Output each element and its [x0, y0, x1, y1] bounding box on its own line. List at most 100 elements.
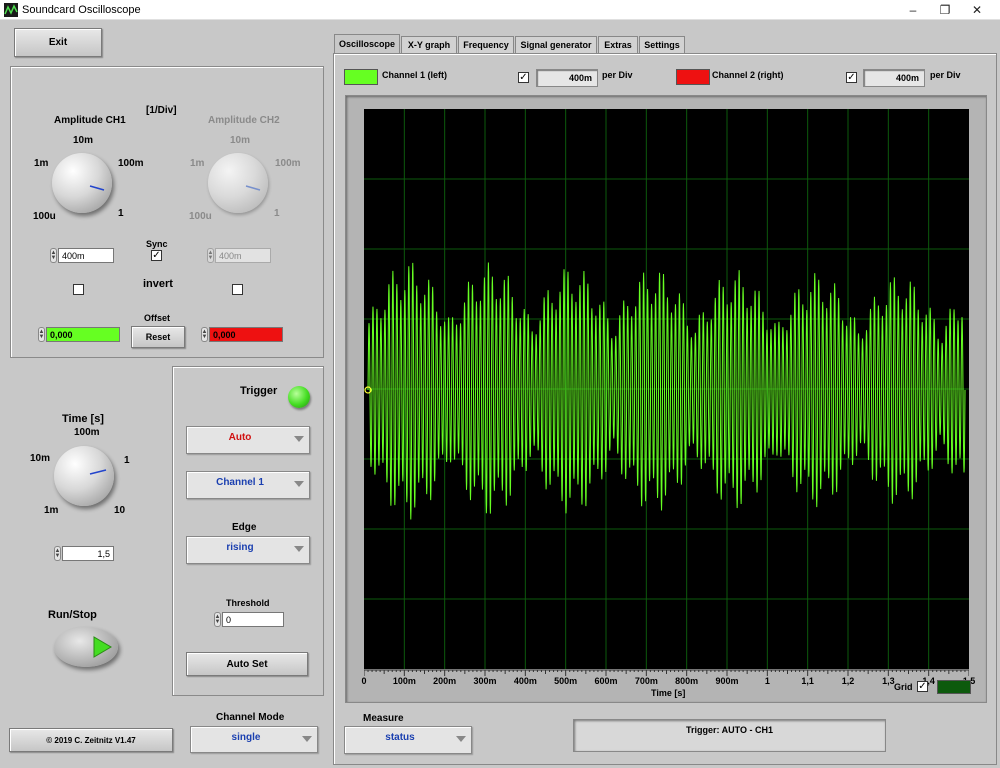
ch2-amplitude-field: 400m	[215, 248, 271, 263]
ch2-tick-1m: 1m	[190, 158, 205, 169]
amplitude-ch2-knob	[208, 153, 268, 213]
auto-set-button[interactable]: Auto Set	[186, 652, 308, 676]
ch1-offset-field[interactable]: 0,000	[46, 327, 120, 342]
amplitude-ch2-title: Amplitude CH2	[208, 115, 280, 126]
ch2-offset-spinner[interactable]: ▲ ▼	[201, 327, 208, 342]
ch2-tick-1: 1	[274, 208, 280, 219]
tab-frequency[interactable]: Frequency	[458, 36, 514, 53]
ch1-invert-checkbox[interactable]	[73, 284, 84, 295]
ch2-offset-field[interactable]: 0,000	[209, 327, 283, 342]
edge-dropdown[interactable]: rising	[186, 536, 310, 564]
trigger-channel-dropdown[interactable]: Channel 1	[186, 471, 310, 499]
x-tick-label: 600m	[594, 676, 618, 686]
ch1-label: Channel 1 (left)	[382, 70, 448, 80]
measure-dropdown[interactable]: status	[344, 726, 472, 754]
ch1-color-fill	[345, 70, 377, 84]
ch1-amplitude-spinner[interactable]: ▲ ▼	[50, 248, 57, 263]
threshold-label: Threshold	[226, 598, 270, 608]
channel-mode-dropdown[interactable]: single	[190, 726, 318, 753]
x-tick-label: 900m	[715, 676, 739, 686]
window-title: Soundcard Oscilloscope	[22, 4, 141, 16]
time-knob[interactable]	[54, 446, 114, 506]
edge-value: rising	[226, 542, 254, 553]
trigger-title: Trigger	[240, 385, 278, 397]
ch1-enable-checkbox[interactable]: ✓	[518, 72, 529, 83]
measure-value: status	[385, 732, 415, 743]
exit-button[interactable]: Exit	[14, 28, 102, 57]
x-tick-label: 500m	[554, 676, 578, 686]
ch2-color-fill	[677, 70, 709, 84]
x-tick-label: 200m	[433, 676, 457, 686]
invert-label: invert	[143, 278, 173, 290]
time-tick-10: 10	[114, 505, 126, 516]
channel-mode-label: Channel Mode	[216, 712, 285, 723]
time-title: Time [s]	[62, 413, 104, 425]
ch1-tick-1m: 1m	[34, 158, 49, 169]
ch2-perdiv-label: per Div	[930, 70, 961, 80]
ch2-color-swatch[interactable]	[676, 69, 710, 85]
chevron-down-icon	[294, 546, 304, 552]
close-icon[interactable]: ✕	[962, 0, 992, 20]
minimize-icon[interactable]: –	[898, 0, 928, 20]
tab-settings[interactable]: Settings	[639, 36, 685, 53]
x-tick-label: 1	[764, 676, 770, 686]
ch2-perdiv-field[interactable]: 400m	[863, 69, 925, 87]
title-bar: Soundcard Oscilloscope – ❐ ✕	[0, 0, 1000, 20]
grid-checkbox[interactable]: ✓	[917, 681, 928, 692]
copyright-box: © 2019 C. Zeitnitz V1.47	[9, 728, 173, 752]
oscilloscope-screen[interactable]	[364, 109, 969, 669]
tab-extras[interactable]: Extras	[598, 36, 638, 53]
grid-label: Grid	[894, 682, 913, 692]
x-tick-label: 1,1	[801, 676, 814, 686]
ch2-label: Channel 2 (right)	[712, 70, 784, 80]
trigger-channel-value: Channel 1	[216, 477, 264, 488]
chevron-down-icon	[302, 736, 312, 742]
channel-mode-value: single	[231, 732, 261, 743]
ch2-enable-checkbox[interactable]: ✓	[846, 72, 857, 83]
x-tick-label: 800m	[675, 676, 699, 686]
trigger-led	[288, 386, 310, 408]
sync-checkbox[interactable]: ✓	[151, 250, 162, 261]
time-tick-10m: 10m	[30, 453, 51, 464]
trigger-status-box: Trigger: AUTO - CH1	[573, 719, 886, 752]
threshold-field[interactable]: 0	[222, 612, 284, 627]
x-axis-label: Time [s]	[651, 688, 686, 698]
ch2-amplitude-spinner: ▲ ▼	[207, 248, 214, 263]
x-tick-label: 700m	[634, 676, 658, 686]
amplitude-ch1-knob[interactable]	[52, 153, 112, 213]
tab-signal-generator[interactable]: Signal generator	[515, 36, 597, 53]
app-icon	[4, 3, 18, 17]
restore-icon[interactable]: ❐	[930, 0, 960, 20]
ch2-tick-10m: 10m	[230, 135, 251, 146]
ch2-invert-checkbox[interactable]	[232, 284, 243, 295]
ch1-offset-spinner[interactable]: ▲ ▼	[38, 327, 45, 342]
amplitude-ch1-title: Amplitude CH1	[54, 115, 126, 126]
chevron-down-icon	[294, 481, 304, 487]
offset-reset-button[interactable]: Reset	[131, 326, 185, 348]
run-stop-label: Run/Stop	[48, 609, 97, 621]
tab-xy-graph[interactable]: X-Y graph	[401, 36, 457, 53]
run-stop-button[interactable]	[54, 627, 118, 667]
ch1-amplitude-field[interactable]: 400m	[58, 248, 114, 263]
trigger-mode-dropdown[interactable]: Auto	[186, 426, 310, 454]
grid-color-fill	[938, 681, 970, 693]
ch1-tick-1: 1	[118, 208, 124, 219]
tab-oscilloscope[interactable]: Oscilloscope	[334, 34, 400, 53]
ch1-color-swatch[interactable]	[344, 69, 378, 85]
x-tick-label: 400m	[513, 676, 537, 686]
ch1-tick-10m: 10m	[73, 135, 94, 146]
sync-label: Sync	[146, 239, 168, 249]
trigger-mode-value: Auto	[228, 432, 252, 443]
x-tick-label: 100m	[392, 676, 416, 686]
threshold-spinner[interactable]: ▲ ▼	[214, 612, 221, 627]
ch1-tick-100m: 100m	[118, 158, 144, 169]
div-unit-label: [1/Div]	[146, 105, 177, 116]
x-tick-label: 1,3	[882, 676, 895, 686]
x-tick-label: 300m	[473, 676, 497, 686]
time-field[interactable]: 1,5	[62, 546, 114, 561]
time-spinner[interactable]: ▲ ▼	[54, 546, 61, 561]
grid-color-swatch[interactable]	[937, 680, 971, 694]
ch1-perdiv-field[interactable]: 400m	[536, 69, 598, 87]
measure-label: Measure	[363, 713, 404, 724]
edge-label: Edge	[232, 522, 257, 533]
